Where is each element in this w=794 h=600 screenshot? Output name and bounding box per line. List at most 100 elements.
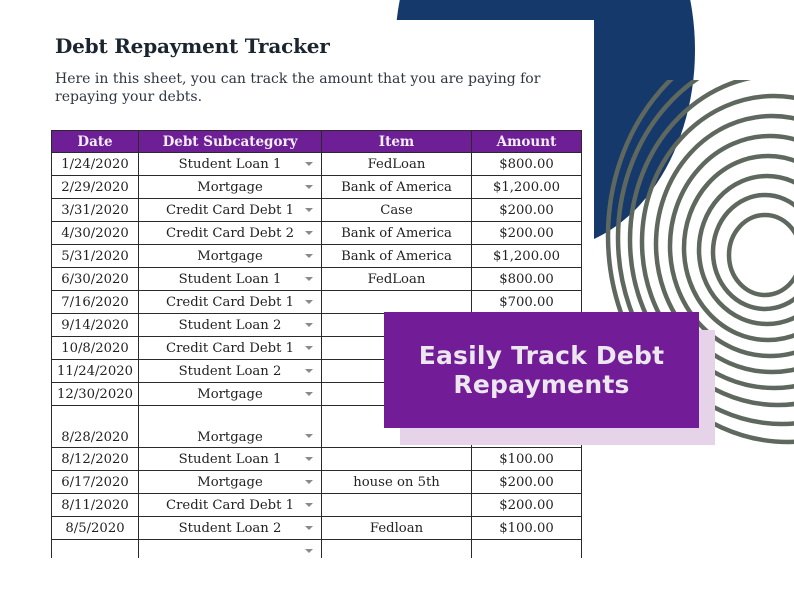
date-cell[interactable]: 6/30/2020 [51, 267, 139, 291]
dropdown-arrow-icon[interactable] [305, 392, 313, 396]
dropdown-arrow-icon[interactable] [305, 300, 313, 304]
amount-cell[interactable]: $100.00 [471, 447, 582, 471]
column-header-debt-subcategory[interactable]: Debt Subcategory [138, 130, 322, 153]
date-cell[interactable]: 8/5/2020 [51, 516, 139, 540]
date-cell[interactable]: 6/17/2020 [51, 470, 139, 494]
subcategory-value: Credit Card Debt 1 [166, 294, 294, 310]
dropdown-arrow-icon[interactable] [305, 231, 313, 235]
date-cell[interactable]: 10/8/2020 [51, 336, 139, 360]
subcategory-value: Credit Card Debt 1 [166, 340, 294, 356]
subcategory-value: Student Loan 1 [178, 271, 282, 287]
item-cell[interactable] [321, 290, 472, 314]
dropdown-arrow-icon[interactable] [305, 526, 313, 530]
dropdown-arrow-icon[interactable] [305, 480, 313, 484]
amount-cell[interactable]: $800.00 [471, 267, 582, 291]
amount-cell[interactable]: $200.00 [471, 198, 582, 222]
amount-cell[interactable]: $200.00 [471, 470, 582, 494]
item-cell[interactable]: Fedloan [321, 516, 472, 540]
item-cell[interactable]: FedLoan [321, 152, 472, 176]
page-bottom-fade [40, 558, 600, 598]
subcategory-value: Mortgage [197, 386, 263, 402]
item-cell[interactable]: Bank of America [321, 244, 472, 268]
amount-cell[interactable]: $1,200.00 [471, 175, 582, 199]
item-cell[interactable]: Case [321, 198, 472, 222]
date-cell[interactable]: 1/24/2020 [51, 152, 139, 176]
subcategory-value: Student Loan 2 [178, 363, 282, 379]
dropdown-arrow-icon[interactable] [305, 277, 313, 281]
date-cell[interactable]: 8/12/2020 [51, 447, 139, 471]
subcategory-dropdown-cell[interactable]: Mortgage [138, 175, 322, 199]
subcategory-dropdown-cell[interactable]: Student Loan 1 [138, 447, 322, 471]
date-cell[interactable]: 11/24/2020 [51, 359, 139, 383]
subcategory-dropdown-cell[interactable]: Mortgage [138, 470, 322, 494]
column-header-item[interactable]: Item [321, 130, 472, 153]
subcategory-dropdown-cell[interactable]: Credit Card Debt 1 [138, 198, 322, 222]
table-row: 7/16/2020 Credit Card Debt 1 $700.00 [51, 290, 582, 314]
table-header-row: Date Debt Subcategory Item Amount [51, 130, 582, 153]
amount-cell[interactable]: $700.00 [471, 290, 582, 314]
date-cell[interactable]: 12/30/2020 [51, 382, 139, 406]
subcategory-dropdown-cell[interactable]: Mortgage [138, 244, 322, 268]
subcategory-value: Student Loan 2 [178, 520, 282, 536]
item-cell[interactable] [321, 447, 472, 471]
subcategory-dropdown-cell[interactable]: Credit Card Debt 1 [138, 336, 322, 360]
dropdown-arrow-icon[interactable] [305, 162, 313, 166]
subcategory-value: Student Loan 2 [178, 317, 282, 333]
dropdown-arrow-icon[interactable] [305, 346, 313, 350]
date-cell[interactable]: 4/30/2020 [51, 221, 139, 245]
dropdown-arrow-icon[interactable] [305, 254, 313, 258]
subcategory-dropdown-cell[interactable]: Credit Card Debt 2 [138, 221, 322, 245]
subcategory-value: Mortgage [197, 474, 263, 490]
item-cell[interactable] [321, 493, 472, 517]
date-cell[interactable]: 2/29/2020 [51, 175, 139, 199]
column-header-date[interactable]: Date [51, 130, 139, 153]
subcategory-value: Credit Card Debt 1 [166, 497, 294, 513]
subcategory-dropdown-cell[interactable]: Student Loan 1 [138, 267, 322, 291]
table-row: 6/30/2020 Student Loan 1 FedLoan $800.00 [51, 267, 582, 291]
dropdown-arrow-icon[interactable] [305, 503, 313, 507]
table-row: 1/24/2020 Student Loan 1 FedLoan $800.00 [51, 152, 582, 176]
dropdown-arrow-icon[interactable] [305, 323, 313, 327]
date-cell[interactable]: 8/11/2020 [51, 493, 139, 517]
item-cell[interactable]: Bank of America [321, 175, 472, 199]
item-cell[interactable]: FedLoan [321, 267, 472, 291]
dropdown-arrow-icon[interactable] [305, 185, 313, 189]
subcategory-value: Credit Card Debt 1 [166, 202, 294, 218]
amount-cell[interactable]: $800.00 [471, 152, 582, 176]
table-row: 2/29/2020 Mortgage Bank of America $1,200.0… [51, 175, 582, 199]
amount-cell[interactable]: $200.00 [471, 493, 582, 517]
dropdown-arrow-icon[interactable] [305, 369, 313, 373]
subcategory-dropdown-cell[interactable]: Credit Card Debt 1 [138, 493, 322, 517]
subcategory-dropdown-cell[interactable]: Mortgage [138, 382, 322, 406]
subcategory-dropdown-cell[interactable]: Student Loan 2 [138, 516, 322, 540]
amount-cell[interactable]: $1,200.00 [471, 244, 582, 268]
item-cell[interactable]: Bank of America [321, 221, 472, 245]
banner-line-2: Repayments [453, 370, 630, 399]
banner-line-1: Easily Track Debt [418, 341, 665, 370]
date-cell[interactable]: 5/31/2020 [51, 244, 139, 268]
amount-cell[interactable]: $200.00 [471, 221, 582, 245]
promo-banner: Easily Track Debt Repayments [384, 312, 699, 428]
item-cell[interactable]: house on 5th [321, 470, 472, 494]
subcategory-dropdown-cell[interactable]: Student Loan 1 [138, 152, 322, 176]
amount-cell[interactable]: $100.00 [471, 516, 582, 540]
subcategory-dropdown-cell[interactable]: Student Loan 2 [138, 313, 322, 337]
date-cell[interactable]: 7/16/2020 [51, 290, 139, 314]
subcategory-value: Mortgage [197, 179, 263, 195]
banner-headline: Easily Track Debt Repayments [419, 341, 665, 399]
subcategory-dropdown-cell[interactable]: Credit Card Debt 1 [138, 290, 322, 314]
subcategory-value: Credit Card Debt 2 [166, 225, 294, 241]
dropdown-arrow-icon[interactable] [305, 208, 313, 212]
date-cell[interactable]: 3/31/2020 [51, 198, 139, 222]
subcategory-dropdown-cell[interactable]: Mortgage [138, 405, 322, 448]
table-row: 5/31/2020 Mortgage Bank of America $1,200.0… [51, 244, 582, 268]
column-header-amount[interactable]: Amount [471, 130, 582, 153]
date-cell[interactable]: 9/14/2020 [51, 313, 139, 337]
dropdown-arrow-icon[interactable] [305, 457, 313, 461]
dropdown-arrow-icon[interactable] [305, 434, 313, 438]
dropdown-arrow-icon[interactable] [305, 549, 313, 553]
table-row: 3/31/2020 Credit Card Debt 1 Case $200.00 [51, 198, 582, 222]
subcategory-dropdown-cell[interactable]: Student Loan 2 [138, 359, 322, 383]
date-cell[interactable]: 8/28/2020 [51, 405, 139, 448]
table-row: 4/30/2020 Credit Card Debt 2 Bank of Ameri… [51, 221, 582, 245]
